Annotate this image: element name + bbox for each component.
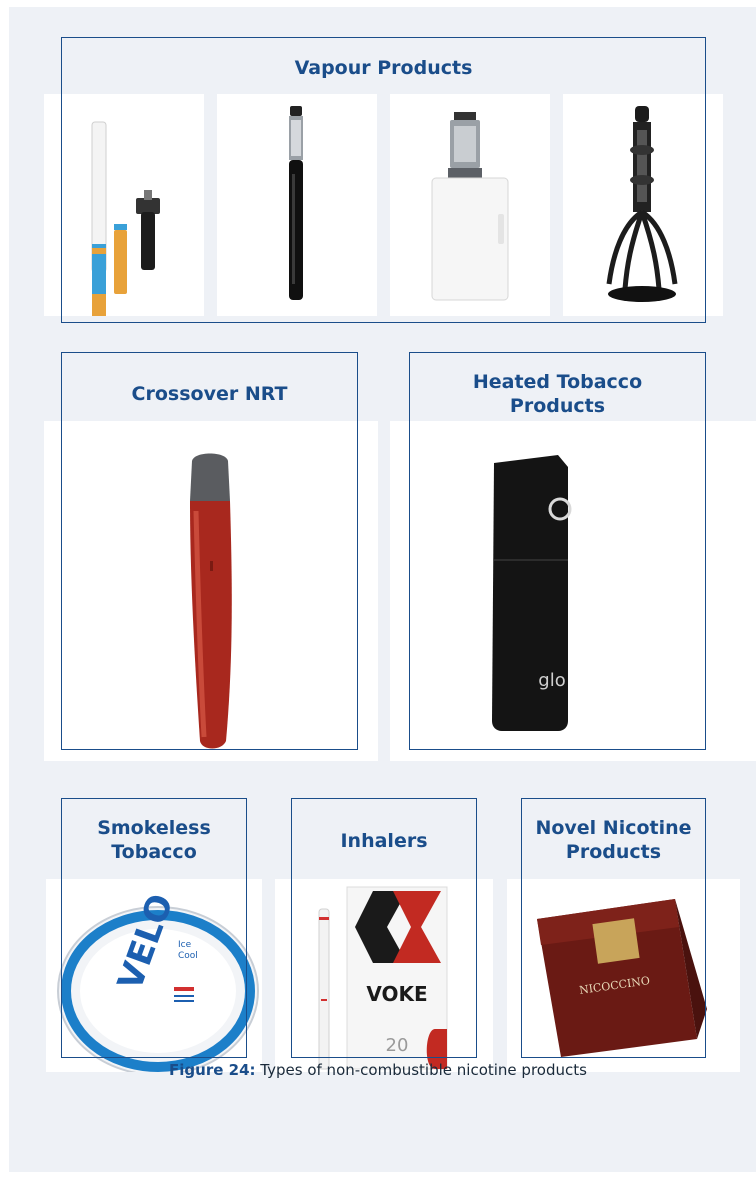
smokeless-tobacco-title: Smokeless Tobacco [61, 816, 247, 864]
crossover-nrt-title: Crossover NRT [131, 383, 288, 405]
figure-caption-label: Figure 24: [169, 1061, 256, 1079]
smokeless-tobacco-title-line2: Tobacco [111, 841, 197, 863]
novel-nicotine-title: Novel Nicotine Products [521, 816, 706, 864]
figure-caption: Figure 24: Types of non-combustible nico… [0, 1061, 756, 1079]
crossover-nrt-frame [61, 352, 358, 750]
novel-nicotine-title-line2: Products [565, 841, 662, 863]
figure-caption-text: Types of non-combustible nicotine produc… [255, 1061, 587, 1079]
novel-nicotine-title-line1: Novel Nicotine [535, 817, 692, 839]
heated-tobacco-title-line1: Heated Tobacco [472, 371, 643, 393]
heated-tobacco-title-line2: Products [509, 395, 606, 417]
smokeless-tobacco-title-line1: Smokeless [97, 817, 211, 839]
vapour-products-title: Vapour Products [294, 57, 473, 79]
inhalers-title: Inhalers [340, 830, 428, 852]
heated-tobacco-title: Heated Tobacco Products [409, 370, 706, 418]
